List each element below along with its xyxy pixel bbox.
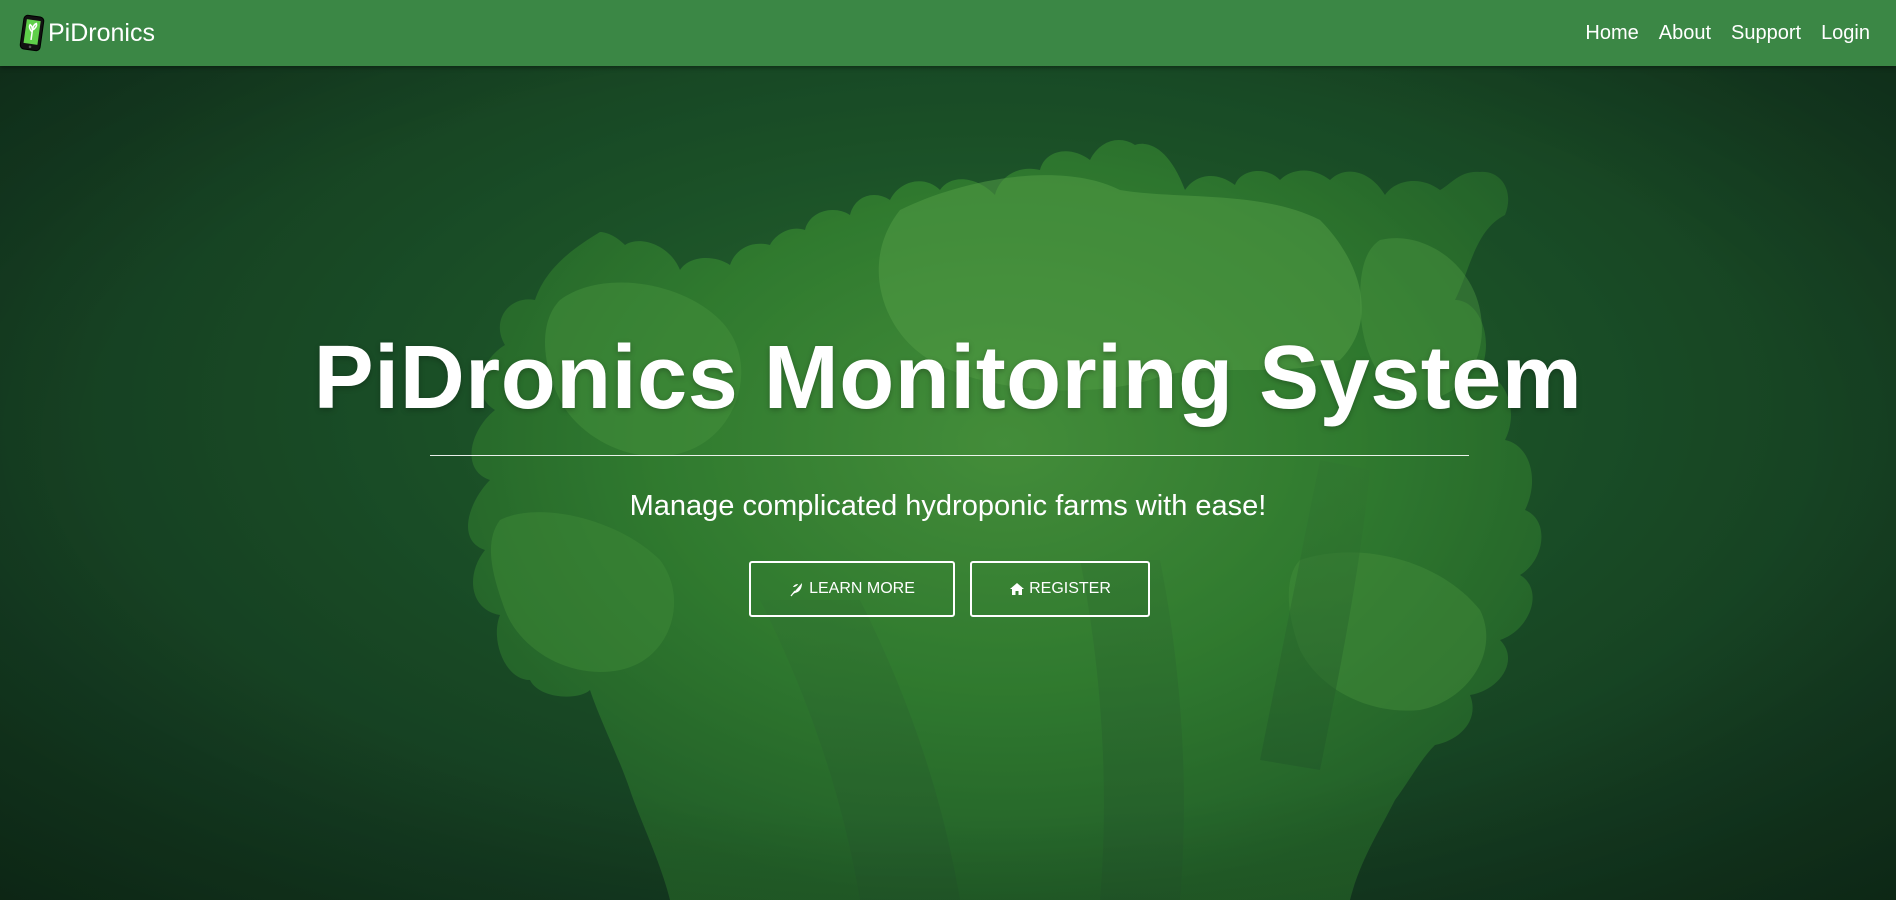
brand-name: PiDronics [48, 19, 155, 47]
hero-title: PiDronics Monitoring System [313, 328, 1583, 428]
leaf-icon [790, 583, 803, 597]
brand-link[interactable]: PiDronics [18, 14, 155, 52]
register-button[interactable]: REGISTER [970, 561, 1150, 617]
learn-more-label: LEARN MORE [809, 580, 915, 597]
home-icon [1010, 583, 1025, 595]
hero-subtitle: Manage complicated hydroponic farms with… [629, 490, 1267, 522]
nav-links: Home About Support Login [1565, 0, 1870, 66]
landing-page: PiDronics Home About Support Login PiDro… [0, 0, 1896, 900]
learn-more-button[interactable]: LEARN MORE [749, 561, 955, 617]
lettuce-image [0, 66, 1896, 900]
nav-link-login[interactable]: Login [1821, 0, 1870, 66]
nav-link-home[interactable]: Home [1585, 0, 1638, 66]
navbar: PiDronics Home About Support Login [0, 0, 1896, 66]
nav-link-about[interactable]: About [1659, 0, 1711, 66]
nav-link-support[interactable]: Support [1731, 0, 1801, 66]
phone-plant-icon [19, 14, 45, 52]
hero-buttons: LEARN MORE REGISTER [749, 561, 1150, 617]
hero-divider [430, 455, 1469, 456]
register-label: REGISTER [1029, 580, 1111, 597]
